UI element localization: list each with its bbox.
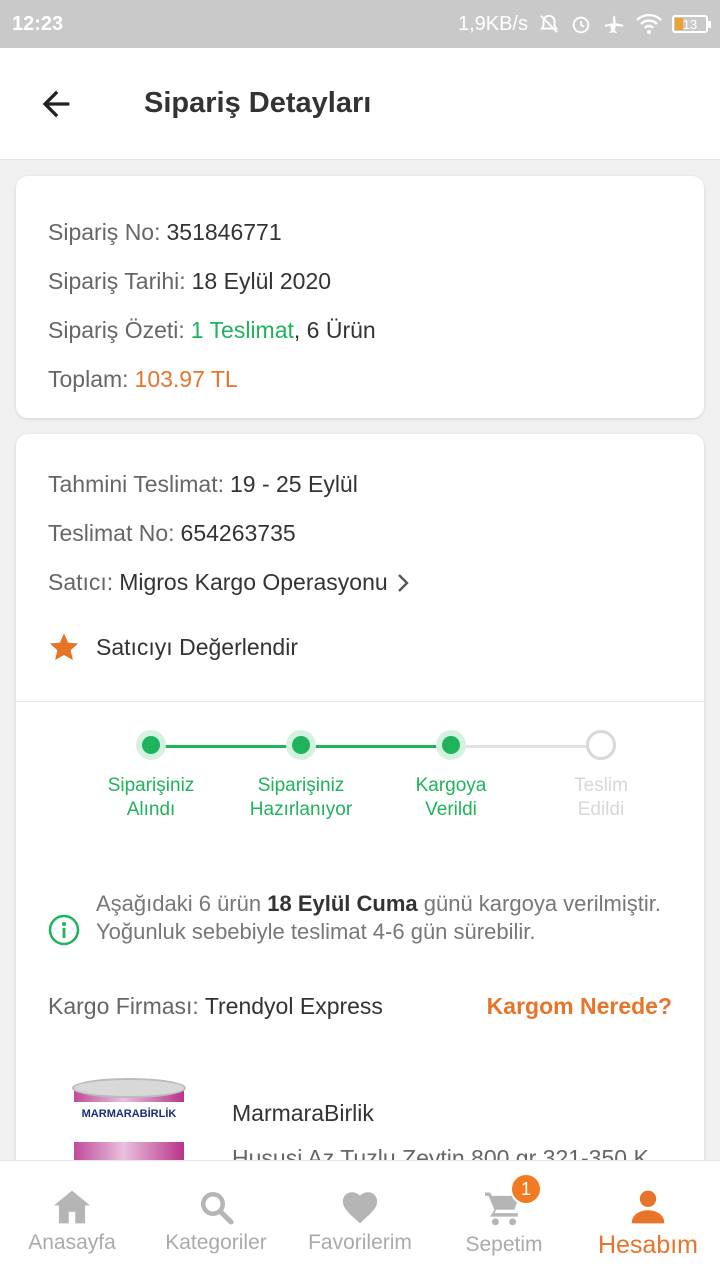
nav-categories[interactable]: Kategoriler (144, 1161, 288, 1280)
info-text-date: 18 Eylül Cuma (267, 891, 418, 916)
order-date-label: Sipariş Tarihi: (48, 268, 186, 294)
order-no-row: Sipariş No: 351846771 (48, 208, 672, 257)
battery-icon: 13 (672, 15, 711, 33)
product-brand: MarmaraBirlik (232, 1100, 374, 1126)
status-icons: 1,9KB/s 13 (457, 12, 711, 36)
chevron-right-icon (396, 573, 410, 593)
step-delivered: Teslim Edildi (501, 730, 701, 822)
track-cargo-link[interactable]: Kargom Nerede? (487, 993, 672, 1020)
nav-home-label: Anasayfa (28, 1231, 116, 1254)
nav-cart[interactable]: 1 Sepetim (432, 1161, 576, 1280)
nav-account-label: Hesabım (597, 1231, 699, 1259)
rate-seller-button[interactable]: Satıcıyı Değerlendir (16, 607, 704, 687)
cargo-row: Kargo Firması: Trendyol Express Kargom N… (16, 993, 704, 1020)
nav-categories-label: Kategoriler (165, 1231, 267, 1254)
order-summary-label: Sipariş Özeti: (48, 317, 185, 343)
divider (16, 701, 704, 702)
user-icon (631, 1190, 665, 1224)
order-no-label: Sipariş No: (48, 219, 161, 245)
nav-account[interactable]: Hesabım (576, 1161, 720, 1280)
info-icon (48, 914, 80, 953)
seller-row[interactable]: Satıcı: Migros Kargo Operasyonu (48, 558, 672, 607)
order-total-row: Toplam: 103.97 TL (48, 355, 672, 404)
rate-seller-label: Satıcıyı Değerlendir (96, 633, 298, 660)
bottom-nav: Anasayfa Kategoriler Favorilerim 1 Sepet… (0, 1160, 720, 1280)
home-icon (54, 1190, 90, 1224)
nav-home[interactable]: Anasayfa (0, 1161, 144, 1280)
shipment-info: Aşağıdaki 6 ürün 18 Eylül Cuma günü karg… (16, 890, 704, 953)
order-total-label: Toplam: (48, 366, 129, 392)
star-icon (49, 633, 79, 661)
alarm-icon (570, 13, 592, 35)
order-summary-card: Sipariş No: 351846771 Sipariş Tarihi: 18… (16, 176, 704, 418)
order-summary-delivery: 1 Teslimat (190, 317, 294, 343)
heart-icon (342, 1192, 378, 1224)
airplane-icon (602, 13, 626, 35)
back-button[interactable] (0, 48, 112, 160)
seller-label: Satıcı: (48, 569, 114, 595)
battery-level: 13 (682, 16, 698, 32)
nav-favorites[interactable]: Favorilerim (288, 1161, 432, 1280)
wifi-icon (636, 13, 662, 35)
order-summary-items: , 6 Ürün (293, 317, 376, 343)
page-title: Sipariş Detayları (144, 87, 372, 119)
order-date-value: 18 Eylül 2020 (191, 268, 332, 294)
estimate-value: 19 - 25 Eylül (229, 471, 358, 497)
order-summary-row: Sipariş Özeti: 1 Teslimat , 6 Ürün (48, 306, 672, 355)
seller-link[interactable]: Migros Kargo Operasyonu (119, 569, 387, 596)
delivery-card: Tahmini Teslimat: 19 - 25 Eylül Teslimat… (16, 434, 704, 1194)
app-bar: Sipariş Detayları (0, 48, 720, 160)
order-no-value: 351846771 (166, 219, 282, 245)
product-image-brand: MARMARABİRLİK (74, 1102, 184, 1142)
info-text-before: Aşağıdaki 6 ürün (96, 891, 268, 916)
estimate-label: Tahmini Teslimat: (48, 471, 224, 497)
order-date-row: Sipariş Tarihi: 18 Eylül 2020 (48, 257, 672, 306)
delivery-no-value: 654263735 (180, 520, 296, 546)
delivery-no-row: Teslimat No: 654263735 (48, 509, 672, 558)
status-bar: 12:23 1,9KB/s 13 (0, 0, 720, 48)
step-label: Teslim Edildi (574, 775, 628, 820)
cargo-label: Kargo Firması: (48, 993, 199, 1019)
search-icon (201, 1192, 234, 1225)
delivery-no-label: Teslimat No: (48, 520, 175, 546)
order-total-value: 103.97 TL (134, 366, 238, 392)
nav-cart-label: Sepetim (465, 1233, 543, 1256)
estimate-row: Tahmini Teslimat: 19 - 25 Eylül (48, 460, 672, 509)
net-speed: 1,9KB/s (457, 12, 528, 35)
shipment-stepper: Siparişiniz Alındı Siparişiniz Hazırlanı… (16, 730, 704, 866)
nav-favorites-label: Favorilerim (308, 1231, 412, 1254)
cargo-value: Trendyol Express (204, 993, 383, 1019)
arrow-left-icon (42, 90, 70, 117)
cart-badge: 1 (510, 1173, 542, 1205)
info-text: Aşağıdaki 6 ürün 18 Eylül Cuma günü karg… (96, 890, 672, 953)
bell-muted-icon (538, 13, 560, 35)
status-time: 12:23 (12, 12, 64, 35)
